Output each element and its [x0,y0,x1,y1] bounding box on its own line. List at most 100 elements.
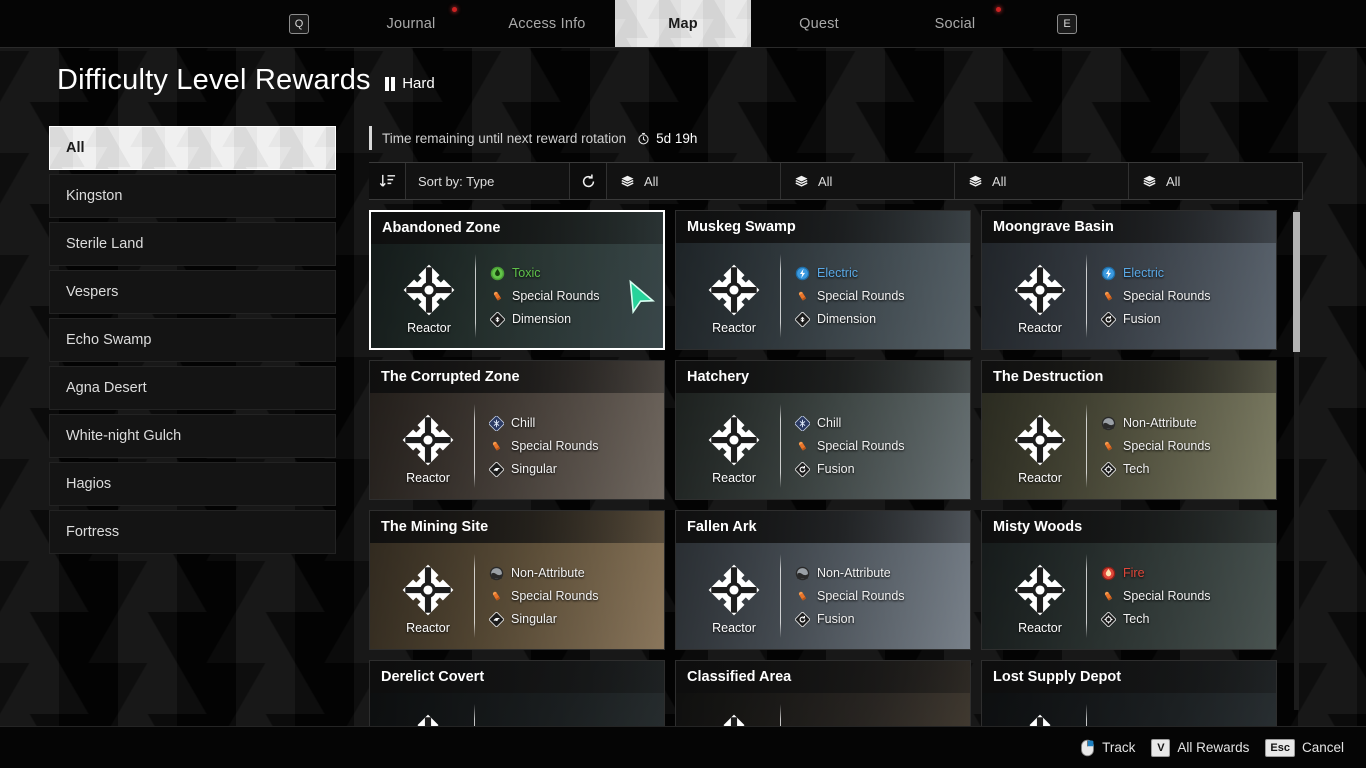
reactor-label: Reactor [712,470,756,485]
mission-card[interactable]: Hatchery Reactor Chill Special Rounds Fu… [675,360,971,500]
reactor-reward: Reactor [996,412,1084,485]
reward-list: Non-Attribute Special Rounds Fusion [795,566,905,627]
reward-item: Special Rounds [795,439,905,454]
nav-tab-social[interactable]: Social [887,0,1023,47]
keycap: V [1151,738,1171,757]
mission-card[interactable]: Lost Supply Depot Reactor [981,660,1277,726]
mission-card[interactable]: The Corrupted Zone Reactor Chill Special… [369,360,665,500]
reward-label: Non-Attribute [1123,416,1197,430]
nav-key-q[interactable]: Q [289,13,309,34]
filter-dropdown-4[interactable]: All [1129,163,1303,199]
filter-dropdown-2[interactable]: All [781,163,955,199]
sidebar-item-sterile-land[interactable]: Sterile Land [49,222,336,266]
filter-dropdown-1[interactable]: All [606,163,781,199]
mission-cards-scroll-area[interactable]: Abandoned Zone Reactor Toxic Special Rou… [369,210,1303,726]
reward-label: Chill [817,416,842,430]
reactor-icon [403,264,455,315]
sidebar-item-agna-desert[interactable]: Agna Desert [49,366,336,410]
electric-icon [1101,266,1116,280]
sidebar-item-hagios[interactable]: Hagios [49,462,336,506]
reward-item: Special Rounds [795,589,905,604]
reward-list: Chill Special Rounds Fusion [795,415,905,477]
sidebar-item-kingston[interactable]: Kingston [49,174,336,218]
reward-item: Non-Attribute [795,566,905,581]
mission-card-title: The Mining Site [370,511,664,543]
reward-item: Special Rounds [1101,439,1211,454]
reward-item: Special Rounds [1101,589,1211,604]
reward-label: Special Rounds [511,439,599,453]
mission-card[interactable]: The Destruction Reactor Non-Attribute Sp… [981,360,1277,500]
special-rounds-icon [492,591,501,601]
reward-item: Singular [489,461,599,477]
filter-toolbar: Sort by: Type All All All All [369,162,1303,200]
reward-label: Non-Attribute [817,566,891,580]
mission-card[interactable]: Fallen Ark Reactor Non-Attribute Special… [675,510,971,650]
reward-item: Special Rounds [489,439,599,454]
reactor-icon [402,414,454,465]
sidebar-item-echo-swamp[interactable]: Echo Swamp [49,318,336,362]
reward-label: Electric [817,266,858,280]
card-divider [474,404,475,488]
nav-key-e[interactable]: E [1057,13,1077,34]
filter-value: All [992,173,1007,189]
reward-item: Non-Attribute [489,566,599,581]
footer-action-track[interactable]: Track [1080,739,1135,757]
special-rounds-icon [1104,591,1113,601]
special-rounds-icon [1104,291,1113,301]
sidebar-item-label: Agna Desert [66,380,147,396]
reward-label: Special Rounds [511,589,599,603]
filter-value: All [818,173,833,189]
reset-filters-button[interactable] [570,163,606,199]
reward-item: Non-Attribute [1101,416,1211,431]
rewards-panel: Time remaining until next reward rotatio… [369,126,1303,726]
reward-item: Special Rounds [795,289,905,304]
sort-by-label: Sort by: Type [418,173,495,189]
special-rounds-icon [1104,441,1113,451]
reward-item: Special Rounds [490,289,600,304]
mission-card[interactable]: Abandoned Zone Reactor Toxic Special Rou… [369,210,665,350]
mission-card[interactable]: Derelict Covert Reactor [369,660,665,726]
card-divider [780,554,781,638]
nav-tab-access-info[interactable]: Access Info [479,0,615,47]
nav-tab-label: Map [668,15,698,32]
special-rounds-icon [492,441,501,451]
reward-label: Non-Attribute [511,566,585,580]
special-rounds-icon [493,291,502,301]
reward-item: Fusion [1101,311,1211,327]
footer-action-label: Track [1102,740,1136,755]
nav-tab-label: Access Info [508,15,586,32]
reward-label: Special Rounds [817,589,905,603]
sidebar-item-vespers[interactable]: Vespers [49,270,336,314]
sort-order-button[interactable] [369,163,405,199]
nav-tab-map[interactable]: Map [615,0,751,47]
reactor-label: Reactor [407,320,451,335]
singular-icon [489,611,504,627]
nav-tab-quest[interactable]: Quest [751,0,887,47]
mission-cards-grid: Abandoned Zone Reactor Toxic Special Rou… [369,210,1303,726]
reward-list: Electric Special Rounds Dimension [795,266,905,327]
chill-icon [489,415,504,431]
mission-card[interactable]: Misty Woods Reactor Fire Special Rounds … [981,510,1277,650]
notification-dot [452,7,457,12]
sidebar-item-all[interactable]: All [49,126,336,170]
sidebar-item-label: Echo Swamp [66,332,152,348]
mission-card[interactable]: Classified Area Reactor [675,660,971,726]
reward-list: Chill Special Rounds Singular [489,415,599,477]
scrollbar-thumb[interactable] [1293,212,1300,352]
card-divider [780,704,781,726]
footer-action-cancel[interactable]: Esc Cancel [1265,738,1344,757]
sort-by-dropdown[interactable]: Sort by: Type [405,163,570,199]
mission-card[interactable]: Muskeg Swamp Reactor Electric Special Ro… [675,210,971,350]
sidebar-item-white-night-gulch[interactable]: White-night Gulch [49,414,336,458]
sidebar-item-fortress[interactable]: Fortress [49,510,336,554]
reactor-label: Reactor [406,470,450,485]
footer-action-all-rewards[interactable]: V All Rewards [1151,738,1249,757]
reactor-reward: Reactor [690,412,778,485]
filter-dropdown-3[interactable]: All [955,163,1129,199]
mission-card[interactable]: Moongrave Basin Reactor Electric Special… [981,210,1277,350]
reactor-icon [1014,414,1066,465]
mission-card[interactable]: The Mining Site Reactor Non-Attribute Sp… [369,510,665,650]
nav-tab-journal[interactable]: Journal [343,0,479,47]
reward-label: Electric [1123,266,1164,280]
reactor-icon [708,414,760,465]
